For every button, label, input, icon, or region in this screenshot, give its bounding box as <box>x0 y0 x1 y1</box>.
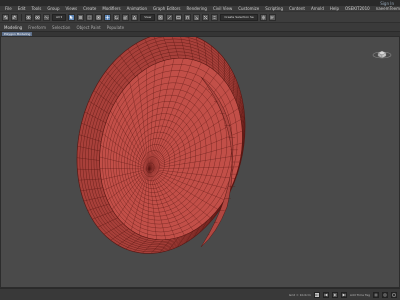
rotate-icon <box>114 15 119 19</box>
sign-in-link[interactable]: Sign In <box>380 1 394 6</box>
viewcube[interactable] <box>372 45 392 59</box>
rect-region-button[interactable] <box>86 13 94 21</box>
undo-button[interactable] <box>2 13 9 21</box>
manipulate-icon <box>168 15 172 19</box>
redo-button[interactable] <box>11 13 18 21</box>
tab-selection[interactable]: Selection <box>52 25 70 30</box>
redo-icon <box>12 14 17 19</box>
scale-button[interactable] <box>122 13 130 21</box>
undo-icon <box>3 14 8 19</box>
move-button[interactable] <box>104 13 112 21</box>
select-by-name-button[interactable] <box>77 13 85 21</box>
align-icon <box>270 15 274 19</box>
percent-snap-button[interactable] <box>202 13 210 21</box>
play-icon <box>334 293 337 296</box>
angle-snap-icon <box>195 15 199 19</box>
link-button[interactable] <box>25 13 32 21</box>
skip-forward-icon <box>342 292 346 297</box>
move-icon <box>105 15 110 19</box>
selection-filter-dropdown[interactable]: All ▾ <box>52 13 67 21</box>
keyboard-shortcut-toggle[interactable] <box>175 13 183 21</box>
rotate-button[interactable] <box>113 13 121 21</box>
viewport-scene[interactable] <box>1 37 399 287</box>
skip-back-icon <box>324 292 328 297</box>
reference-coord-dropdown[interactable]: View <box>140 13 156 21</box>
go-to-end-button[interactable] <box>340 291 347 298</box>
orbit-button[interactable] <box>382 291 388 298</box>
align-button[interactable] <box>268 13 276 21</box>
named-selection-sets-dropdown[interactable]: Create Selection Se <box>220 13 258 21</box>
tab-populate[interactable]: Populate <box>107 25 124 30</box>
pan-icon <box>374 292 378 297</box>
snaps-toggle-button[interactable] <box>184 13 192 21</box>
pivot-icon <box>159 15 163 19</box>
link-icon <box>26 15 31 19</box>
toolbar-divider <box>21 13 22 21</box>
bind-space-warp-button[interactable] <box>43 13 50 21</box>
play-button[interactable] <box>331 291 338 298</box>
maximize-icon <box>392 293 396 296</box>
grid-size-readout: Grid = 10.0cm <box>288 292 311 297</box>
list-icon <box>79 15 83 19</box>
mirror-button[interactable] <box>259 13 267 21</box>
spinner-snap-button[interactable] <box>211 13 219 21</box>
window-crossing-icon <box>96 15 101 19</box>
go-to-start-button[interactable] <box>322 291 329 298</box>
tab-freeform[interactable]: Freeform <box>28 25 46 30</box>
orbit-icon <box>383 293 387 296</box>
cursor-icon <box>70 15 74 19</box>
main-toolbar: All ▾ View Create Selection Se <box>0 11 400 22</box>
select-manipulate-button[interactable] <box>166 13 174 21</box>
tab-object-paint[interactable]: Object Paint <box>76 25 100 30</box>
status-bar: Grid = 10.0cm Add Time Tag <box>0 288 400 300</box>
unlink-icon <box>35 15 40 19</box>
pivot-button[interactable] <box>157 13 165 21</box>
ribbon: Modeling Freeform Selection Object Paint… <box>0 22 400 31</box>
window-crossing-button[interactable] <box>95 13 103 21</box>
space-warp-icon <box>44 16 49 18</box>
key-icon <box>315 293 319 296</box>
bowl-mesh[interactable] <box>54 37 267 272</box>
spinner-icon <box>213 15 216 19</box>
tab-modeling[interactable]: Modeling <box>4 25 22 30</box>
perspective-viewport[interactable] <box>0 36 400 288</box>
maximize-viewport-button[interactable] <box>391 291 397 298</box>
place-icon <box>132 14 137 19</box>
auto-key-button[interactable] <box>313 291 320 298</box>
mirror-icon <box>261 15 265 19</box>
angle-snap-button[interactable] <box>193 13 201 21</box>
scale-icon <box>123 15 128 19</box>
place-button[interactable] <box>131 13 139 21</box>
pan-view-button[interactable] <box>373 291 379 298</box>
add-time-tag[interactable]: Add Time Tag <box>350 293 370 297</box>
keyboard-icon <box>176 15 181 19</box>
select-object-button[interactable] <box>68 13 76 21</box>
percent-icon <box>204 15 208 19</box>
region-icon <box>87 15 92 19</box>
snap-icon <box>186 15 190 19</box>
unlink-button[interactable] <box>34 13 41 21</box>
